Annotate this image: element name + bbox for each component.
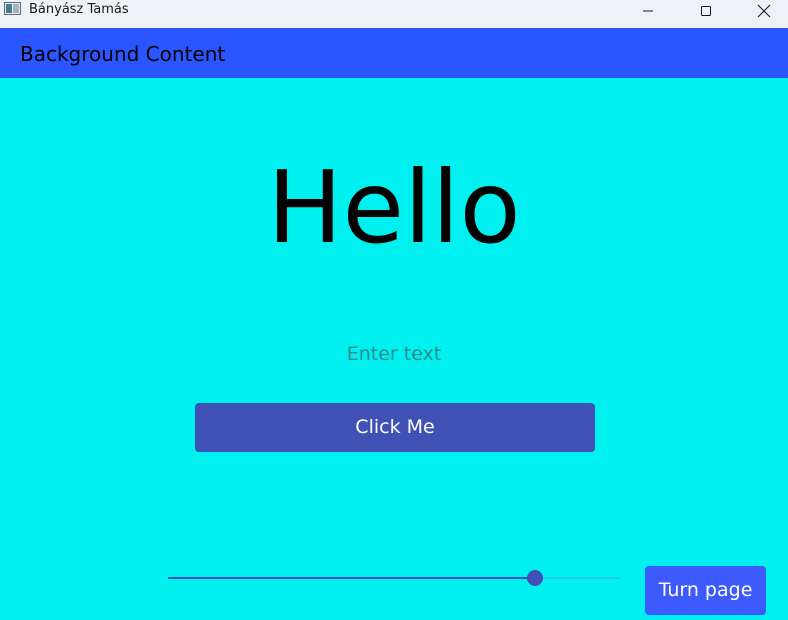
header-bar: Background Content	[0, 28, 788, 78]
minimize-button[interactable]	[620, 0, 676, 22]
close-icon	[757, 4, 771, 18]
close-button[interactable]	[736, 0, 788, 22]
minimize-icon	[643, 10, 653, 12]
window-titlebar[interactable]: Bányász Tamás	[0, 0, 788, 28]
header-title: Background Content	[20, 42, 226, 66]
turn-page-button[interactable]: Turn page	[645, 566, 766, 615]
page-slider[interactable]	[168, 565, 621, 591]
text-input[interactable]	[194, 337, 594, 371]
window-title: Bányász Tamás	[29, 2, 129, 17]
hello-heading: Hello	[267, 149, 521, 266]
click-me-button[interactable]: Click Me	[195, 403, 595, 452]
maximize-button[interactable]	[678, 0, 734, 22]
slider-thumb[interactable]	[526, 570, 543, 586]
slider-fill	[168, 577, 535, 579]
maximize-icon	[701, 6, 711, 16]
app-window: Bányász Tamás Background Content Hello C…	[0, 0, 788, 620]
app-window-icon	[4, 2, 21, 15]
